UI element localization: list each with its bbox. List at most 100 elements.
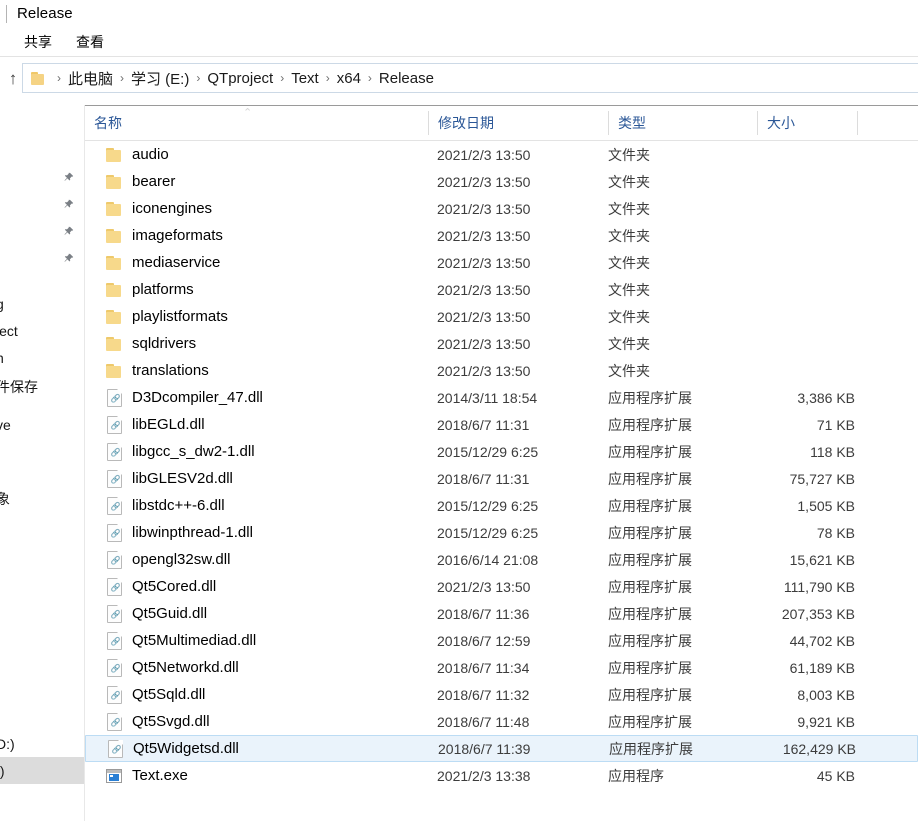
file-date-cell: 2015/12/29 6:25 bbox=[437, 525, 538, 541]
nav-pane-item[interactable]: ] bbox=[0, 135, 84, 162]
breadcrumb-item[interactable]: x64 bbox=[337, 70, 361, 87]
breadcrumb-item[interactable]: 学习 (E:) bbox=[131, 68, 189, 89]
file-name-cell[interactable]: 🔗libGLESV2d.dll bbox=[85, 465, 233, 492]
nav-pane-item-label: n bbox=[0, 350, 4, 366]
file-name-cell[interactable]: imageformats bbox=[85, 222, 223, 249]
file-name-cell[interactable]: platforms bbox=[85, 276, 194, 303]
file-icon-wrap: 🔗 bbox=[104, 740, 126, 758]
column-header-size[interactable]: 大小 bbox=[758, 106, 857, 140]
file-row[interactable]: imageformats2021/2/3 13:50文件夹 bbox=[85, 222, 918, 249]
file-name-cell[interactable]: 🔗Qt5Widgetsd.dll bbox=[86, 735, 239, 762]
file-type-cell: 应用程序扩展 bbox=[608, 523, 692, 543]
file-name-cell[interactable]: Text.exe bbox=[85, 762, 188, 789]
file-name-cell[interactable]: playlistformats bbox=[85, 303, 228, 330]
file-date-cell: 2021/2/3 13:50 bbox=[437, 336, 530, 352]
file-icon-wrap bbox=[103, 364, 125, 378]
file-name-cell[interactable]: 🔗Qt5Sqld.dll bbox=[85, 681, 205, 708]
pin-icon[interactable] bbox=[63, 253, 74, 266]
file-row[interactable]: Text.exe2021/2/3 13:38应用程序45 KB bbox=[85, 762, 918, 789]
file-row[interactable]: playlistformats2021/2/3 13:50文件夹 bbox=[85, 303, 918, 330]
file-name-cell[interactable]: mediaservice bbox=[85, 249, 220, 276]
file-name-cell[interactable]: 🔗Qt5Guid.dll bbox=[85, 600, 207, 627]
file-name-label: iconengines bbox=[132, 200, 212, 217]
file-row[interactable]: audio2021/2/3 13:50文件夹 bbox=[85, 141, 918, 168]
file-name-cell[interactable]: bearer bbox=[85, 168, 175, 195]
file-name-cell[interactable]: 🔗Qt5Cored.dll bbox=[85, 573, 216, 600]
file-row[interactable]: 🔗Qt5Cored.dll2021/2/3 13:50应用程序扩展111,790… bbox=[85, 573, 918, 600]
file-row[interactable]: iconengines2021/2/3 13:50文件夹 bbox=[85, 195, 918, 222]
ribbon-tab-share[interactable]: 共享 bbox=[12, 27, 64, 56]
breadcrumb-item[interactable]: Text bbox=[291, 70, 319, 87]
column-header-type-label: 类型 bbox=[609, 113, 646, 133]
file-row[interactable]: 🔗Qt5Svgd.dll2018/6/7 11:48应用程序扩展9,921 KB bbox=[85, 708, 918, 735]
file-name-cell[interactable]: 🔗 D3Dcompiler_47.dll bbox=[85, 384, 263, 411]
file-row[interactable]: bearer2021/2/3 13:50文件夹 bbox=[85, 168, 918, 195]
file-row[interactable]: platforms2021/2/3 13:50文件夹 bbox=[85, 276, 918, 303]
breadcrumb-item[interactable]: Release bbox=[379, 70, 434, 87]
file-row[interactable]: 🔗D3Dcompiler_47.dll2014/3/11 18:54应用程序扩展… bbox=[85, 384, 918, 411]
column-divider-4[interactable] bbox=[857, 111, 858, 135]
ribbon-tab-home-clipped[interactable]: 页 bbox=[0, 27, 12, 56]
file-row[interactable]: 🔗Qt5Networkd.dll2018/6/7 11:34应用程序扩展61,1… bbox=[85, 654, 918, 681]
file-name-cell[interactable]: sqldrivers bbox=[85, 330, 196, 357]
file-name-cell[interactable]: 🔗libEGLd.dll bbox=[85, 411, 205, 438]
file-name-cell[interactable]: 🔗libwinpthread-1.dll bbox=[85, 519, 253, 546]
nav-pane-item[interactable]: D:) bbox=[0, 730, 84, 757]
column-header-type[interactable]: 类型 bbox=[609, 106, 757, 140]
nav-pane-item[interactable]: n bbox=[0, 344, 84, 371]
file-row[interactable]: 🔗Qt5Widgetsd.dll2018/6/7 11:39应用程序扩展162,… bbox=[85, 735, 918, 762]
file-date-cell: 2018/6/7 12:59 bbox=[437, 633, 530, 649]
file-icon-wrap: 🔗 bbox=[103, 578, 125, 596]
file-type-cell: 文件夹 bbox=[608, 361, 650, 381]
file-icon-wrap: 🔗 bbox=[103, 686, 125, 704]
file-name-cell[interactable]: 🔗Qt5Networkd.dll bbox=[85, 654, 239, 681]
file-row[interactable]: 🔗Qt5Guid.dll2018/6/7 11:36应用程序扩展207,353 … bbox=[85, 600, 918, 627]
nav-pane-item[interactable]: ject bbox=[0, 317, 84, 344]
file-name-label: D3Dcompiler_47.dll bbox=[132, 389, 263, 406]
nav-pane-item[interactable]: ) bbox=[0, 703, 84, 730]
file-icon-wrap bbox=[103, 202, 125, 216]
nav-pane-item[interactable] bbox=[0, 165, 84, 192]
file-name-cell[interactable]: 🔗opengl32sw.dll bbox=[85, 546, 230, 573]
file-name-cell[interactable]: 🔗Qt5Multimediad.dll bbox=[85, 627, 256, 654]
file-size-cell: 44,702 KB bbox=[688, 633, 855, 649]
nav-pane-item[interactable]: ve bbox=[0, 411, 84, 438]
ribbon-tab-view[interactable]: 查看 bbox=[64, 27, 116, 56]
file-row[interactable]: 🔗libwinpthread-1.dll 2015/12/29 6:25 应用程序扩… bbox=[85, 519, 918, 546]
file-row[interactable]: 🔗libEGLd.dll2018/6/7 11:31应用程序扩展71 KB bbox=[85, 411, 918, 438]
nav-pane-item[interactable]: 件保存 bbox=[0, 373, 84, 400]
file-row[interactable]: 🔗libGLESV2d.dll2018/6/7 11:31应用程序扩展75,72… bbox=[85, 465, 918, 492]
file-name-cell[interactable]: audio bbox=[85, 141, 169, 168]
file-name-cell[interactable]: 🔗libstdc++-6.dll bbox=[85, 492, 225, 519]
file-type-cell: 应用程序扩展 bbox=[608, 658, 692, 678]
nav-pane-item[interactable]: :) bbox=[0, 757, 84, 784]
file-row[interactable]: mediaservice2021/2/3 13:50文件夹 bbox=[85, 249, 918, 276]
pin-icon[interactable] bbox=[63, 226, 74, 239]
breadcrumb-item[interactable]: QTproject bbox=[207, 70, 273, 87]
nav-pane-item[interactable]: g bbox=[0, 290, 84, 317]
file-icon-wrap bbox=[103, 175, 125, 189]
breadcrumb[interactable]: ›此电脑›学习 (E:)›QTproject›Text›x64›Release bbox=[22, 63, 918, 93]
pin-icon[interactable] bbox=[63, 172, 74, 185]
file-row[interactable]: 🔗Qt5Sqld.dll2018/6/7 11:32应用程序扩展8,003 KB bbox=[85, 681, 918, 708]
file-row[interactable]: 🔗libgcc_s_dw2-1.dll2015/12/29 6:25应用程序扩展… bbox=[85, 438, 918, 465]
nav-pane-item[interactable] bbox=[0, 219, 84, 246]
file-row[interactable]: translations2021/2/3 13:50文件夹 bbox=[85, 357, 918, 384]
file-row[interactable]: 🔗opengl32sw.dll2016/6/14 21:08应用程序扩展15,6… bbox=[85, 546, 918, 573]
file-name-cell[interactable]: 🔗Qt5Svgd.dll bbox=[85, 708, 210, 735]
file-type-cell: 应用程序扩展 bbox=[608, 442, 692, 462]
nav-pane-item[interactable] bbox=[0, 246, 84, 273]
file-name-cell[interactable]: iconengines bbox=[85, 195, 212, 222]
file-icon-wrap: 🔗 bbox=[103, 389, 125, 407]
nav-pane-item[interactable] bbox=[0, 192, 84, 219]
nav-pane-item[interactable]: 象 bbox=[0, 485, 84, 512]
column-header-name[interactable]: 名称 bbox=[85, 106, 428, 140]
file-name-cell[interactable]: translations bbox=[85, 357, 209, 384]
file-name-cell[interactable]: 🔗libgcc_s_dw2-1.dll bbox=[85, 438, 255, 465]
column-header-date[interactable]: 修改日期 bbox=[429, 106, 608, 140]
pin-icon[interactable] bbox=[63, 199, 74, 212]
breadcrumb-item[interactable]: 此电脑 bbox=[68, 68, 113, 89]
file-row[interactable]: sqldrivers2021/2/3 13:50文件夹 bbox=[85, 330, 918, 357]
file-row[interactable]: 🔗libstdc++-6.dll2015/12/29 6:25应用程序扩展1,5… bbox=[85, 492, 918, 519]
file-row[interactable]: 🔗Qt5Multimediad.dll2018/6/7 12:59应用程序扩展4… bbox=[85, 627, 918, 654]
